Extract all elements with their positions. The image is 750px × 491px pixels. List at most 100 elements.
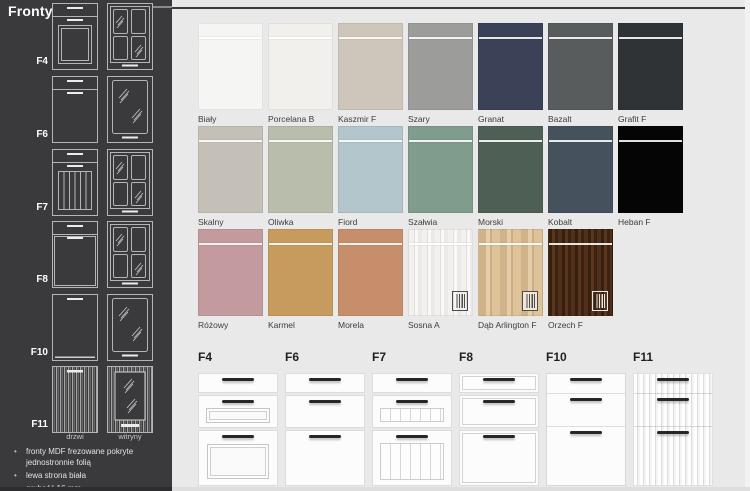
front-f7-vitrine-drawing-icon [107, 149, 153, 216]
handle-icon [570, 398, 602, 401]
front-style-f11: F11 [633, 350, 713, 486]
front-style-label: F4 [198, 350, 278, 365]
handle-icon [483, 378, 515, 381]
swatch-karmel: Karmel [268, 229, 333, 332]
drawer [198, 373, 278, 393]
handle-icon [222, 400, 254, 403]
handle-icon [483, 400, 515, 403]
drawer [459, 395, 539, 428]
swatch-label: Biały [198, 114, 263, 124]
sidebar-row-label-f11: F11 [14, 419, 48, 430]
front-f11-vitrine-drawing-icon [107, 366, 153, 433]
front-f6-vitrine-drawing-icon [107, 76, 153, 143]
vertical-grain-icon [592, 291, 608, 311]
swatch-label: Fiord [338, 217, 403, 227]
section-divider-rule [172, 7, 745, 9]
sidebar-row-label-f7: F7 [14, 202, 48, 213]
drawer [198, 430, 278, 486]
swatch-morela: Morela [338, 229, 403, 332]
front-style-label: F10 [546, 350, 626, 365]
handle-icon [657, 398, 689, 401]
note-item: lewa strona biała [10, 470, 166, 481]
handle-icon [483, 435, 515, 438]
front-style-f8: F8 [459, 350, 539, 486]
swatch-szary: Szary [408, 23, 473, 126]
handle-icon [396, 400, 428, 403]
front-f11-drawer-stack [633, 373, 713, 486]
sidebar-row-label-f10: F10 [14, 347, 48, 358]
swatch-color [338, 126, 403, 213]
swatch-label: Szary [408, 114, 473, 124]
swatch-color [408, 229, 473, 316]
swatch-kobalt: Kobalt [548, 126, 613, 229]
vertical-grain-icon [452, 291, 468, 311]
swatch-heban-f: Heban F [618, 126, 683, 229]
front-style-f7: F7 [372, 350, 452, 486]
front-styles-section: F4 F6 F7 F8 [198, 350, 713, 486]
swatch-color [478, 126, 543, 213]
swatch-label: Sosna A [408, 320, 473, 330]
front-style-label: F7 [372, 350, 452, 365]
drawer [547, 374, 625, 394]
front-f10-door-drawing-icon [52, 294, 98, 361]
swatch-color [408, 23, 473, 110]
drawer [634, 427, 712, 485]
swatch-label: Orzech F [548, 320, 613, 330]
swatch-bazalt: Bazalt [548, 23, 613, 126]
handle-icon [309, 435, 341, 438]
swatch-label: Kaszmir F [338, 114, 403, 124]
sidebar-row-label-f6: F6 [14, 129, 48, 140]
handle-icon [222, 378, 254, 381]
vitrines-column-label: witryny [107, 432, 153, 441]
swatch-color [198, 126, 263, 213]
drawer [285, 373, 365, 393]
panel-bottom-edge [172, 487, 750, 491]
sidebar-bottom-edge [0, 487, 172, 491]
front-style-f4: F4 [198, 350, 278, 486]
swatch-orzech-f: Orzech F [548, 229, 613, 332]
swatch-color [198, 23, 263, 110]
swatch-kaszmir-f: Kaszmir F [338, 23, 403, 126]
swatch-bialy: Biały [198, 23, 263, 126]
swatch-label: Bazalt [548, 114, 613, 124]
vertical-grain-icon [522, 291, 538, 311]
swatch-color [268, 23, 333, 110]
top-rule-dash [153, 6, 172, 8]
front-f6-drawer-stack [285, 373, 365, 486]
swatch-color [548, 229, 613, 316]
front-f8-drawer-stack [459, 373, 539, 486]
swatch-dab-arlington-f: Dąb Arlington F [478, 229, 543, 332]
front-f7-door-drawing-icon [52, 149, 98, 216]
swatch-granat: Granat [478, 23, 543, 126]
swatch-rozowy: Różowy [198, 229, 263, 332]
swatch-morski: Morski [478, 126, 543, 229]
handle-icon [309, 400, 341, 403]
sidebar-row-label-f8: F8 [14, 274, 48, 285]
front-style-label: F11 [633, 350, 713, 365]
front-style-f6: F6 [285, 350, 365, 486]
swatch-color [618, 126, 683, 213]
handle-icon [396, 435, 428, 438]
note-item: fronty MDF frezowane pokryte jednostronn… [10, 446, 166, 468]
swatch-label: Różowy [198, 320, 263, 330]
swatch-color [408, 126, 473, 213]
slatted-panel [380, 408, 444, 422]
drawer [285, 430, 365, 486]
front-f4-vitrine-drawing-icon [107, 3, 153, 70]
sidebar-row-label-f4: F4 [14, 56, 48, 67]
front-f4-door-drawing-icon [52, 3, 98, 70]
front-f7-drawer-stack [372, 373, 452, 486]
swatch-szalwia: Szałwia [408, 126, 473, 229]
drawer [198, 395, 278, 428]
drawer [459, 373, 539, 393]
drawer [547, 394, 625, 427]
swatch-color [268, 229, 333, 316]
swatch-label: Grafit F [618, 114, 683, 124]
color-palette-grid: Biały Porcelana B Kaszmir F Szary Granat… [198, 23, 683, 332]
front-f8-door-drawing-icon [52, 221, 98, 288]
front-f10-vitrine-drawing-icon [107, 294, 153, 361]
drawer [634, 374, 712, 394]
front-style-label: F6 [285, 350, 365, 365]
swatch-label: Oliwka [268, 217, 333, 227]
swatch-label: Heban F [618, 217, 683, 227]
